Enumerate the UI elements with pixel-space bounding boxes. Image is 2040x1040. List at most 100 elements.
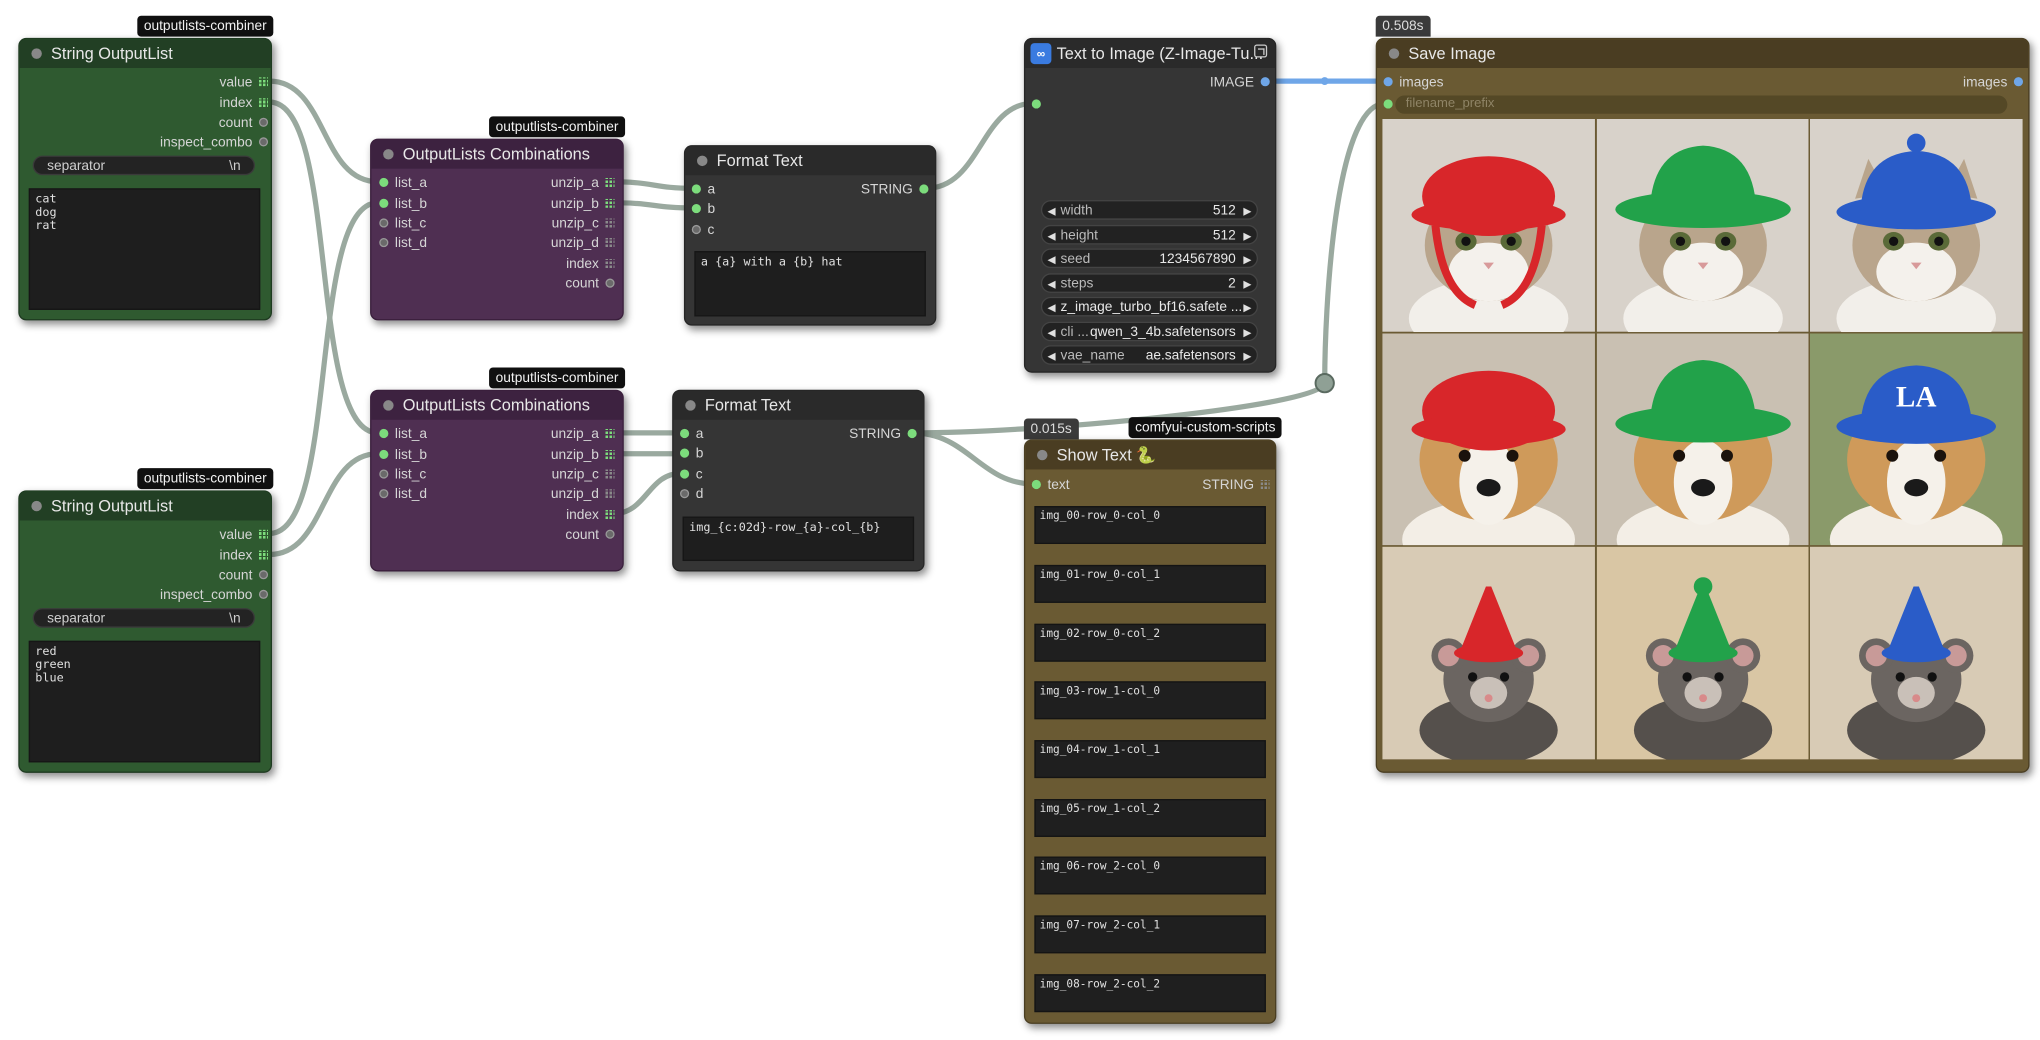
node-title-bar[interactable]: Format Text xyxy=(673,391,924,420)
node-title-bar[interactable]: String OutputList xyxy=(19,39,271,69)
show-text-entry[interactable]: img_00-row_0-col_0 xyxy=(1034,506,1266,545)
filename-prefix-input[interactable]: filename_prefix xyxy=(1395,95,2008,114)
preview-image-rat-blue-hat[interactable] xyxy=(1810,547,2024,760)
string-outputlist-node-1[interactable]: String OutputList value index count insp… xyxy=(18,37,273,321)
input-slot-list-a[interactable]: list_a xyxy=(377,174,427,192)
input-slot-list-a[interactable]: list_a xyxy=(377,425,427,443)
collapse-dot-icon[interactable] xyxy=(31,48,42,59)
node-graph-canvas[interactable]: outputlists-combiner String OutputList v… xyxy=(0,0,2040,1040)
image-preview-grid[interactable]: LA xyxy=(1382,119,2024,760)
collapse-dot-icon[interactable] xyxy=(697,155,708,167)
format-text-node-2[interactable]: Format Text a b c d STRING img_{c:02d}-r… xyxy=(672,389,925,572)
output-slot-inspect-combo[interactable]: inspect_combo xyxy=(160,133,271,151)
save-image-node[interactable]: Save Image images images filename_prefix… xyxy=(1375,37,2030,773)
input-slot-images[interactable]: images xyxy=(1381,73,1444,91)
output-slot-unzip-c[interactable]: unzip_c xyxy=(552,214,618,232)
node-title-bar[interactable]: String OutputList xyxy=(19,491,271,521)
input-slot-text[interactable]: text xyxy=(1029,476,1070,494)
string-outputlist-node-2[interactable]: String OutputList value index count insp… xyxy=(18,490,273,773)
preview-image-rat-green-hat[interactable] xyxy=(1596,547,1809,760)
output-slot-inspect-combo[interactable]: inspect_combo xyxy=(160,586,271,604)
output-slot-string[interactable]: STRING xyxy=(1202,476,1272,494)
input-slot-list-b[interactable]: list_b xyxy=(377,446,427,464)
input-slot-b[interactable]: b xyxy=(689,200,715,218)
output-slot-unzip-b[interactable]: unzip_b xyxy=(551,195,617,213)
input-slot-a[interactable]: a xyxy=(677,425,703,443)
format-template-input[interactable]: a {a} with a {b} hat xyxy=(694,251,926,317)
collapse-dot-icon[interactable] xyxy=(383,400,394,411)
outputlists-combinations-node-1[interactable]: OutputLists Combinations list_a list_b l… xyxy=(370,138,624,321)
show-text-entry[interactable]: img_08-row_2-col_2 xyxy=(1034,974,1266,1013)
clip-name-widget[interactable]: ◀ cli ... qwen_3_4b.safetensors ▶ xyxy=(1040,321,1259,342)
output-slot-index[interactable]: index xyxy=(220,547,271,565)
output-slot-value[interactable]: value xyxy=(220,526,271,544)
vae-name-widget[interactable]: ◀ vae_name ae.safetensors ▶ xyxy=(1040,345,1259,365)
input-slot-list-c[interactable]: list_c xyxy=(377,214,426,232)
preview-image-cat-blue-hat[interactable] xyxy=(1810,119,2024,332)
width-widget[interactable]: ◀ width 512 ▶ xyxy=(1040,200,1259,220)
input-slot-list-d[interactable]: list_d xyxy=(377,485,427,503)
show-text-entry[interactable]: img_05-row_1-col_2 xyxy=(1034,799,1266,837)
input-slot-a[interactable]: a xyxy=(689,180,715,198)
output-slot-unzip-a[interactable]: unzip_a xyxy=(551,425,617,443)
preview-image-dog-green-hat[interactable] xyxy=(1596,333,1809,546)
input-slot-list-b[interactable]: list_b xyxy=(377,195,427,213)
output-slot-value[interactable]: value xyxy=(220,73,271,91)
height-widget[interactable]: ◀ height 512 ▶ xyxy=(1040,224,1259,245)
collapse-dot-icon[interactable] xyxy=(1388,48,1400,59)
outputlists-combinations-node-2[interactable]: OutputLists Combinations list_a list_b l… xyxy=(370,389,624,572)
expand-subgraph-icon[interactable] xyxy=(1254,44,1268,58)
output-slot-unzip-d[interactable]: unzip_d xyxy=(551,485,617,503)
input-slot-prompt[interactable] xyxy=(1029,95,1047,113)
node-title-bar[interactable]: Show Text 🐍 xyxy=(1025,440,1276,470)
seed-widget[interactable]: ◀ seed 1234567890 ▶ xyxy=(1040,248,1259,269)
unet-name-widget[interactable]: ◀ z_image_turbo_bf16.safete ... ▶ xyxy=(1040,296,1259,317)
format-text-node-1[interactable]: Format Text a b c STRING a {a} with a {b… xyxy=(683,145,937,326)
output-slot-index[interactable]: index xyxy=(566,255,617,273)
show-text-entry[interactable]: img_07-row_2-col_1 xyxy=(1034,915,1266,954)
output-slot-unzip-c[interactable]: unzip_c xyxy=(552,466,618,484)
preview-image-cat-green-hat[interactable] xyxy=(1596,119,1809,332)
preview-image-rat-red-hat[interactable] xyxy=(1382,547,1595,760)
node-title-bar[interactable]: OutputLists Combinations xyxy=(371,391,623,420)
collapse-dot-icon[interactable] xyxy=(685,400,696,411)
list-text-area[interactable]: red green blue xyxy=(28,640,261,763)
separator-widget[interactable]: separator \n xyxy=(32,608,256,628)
show-text-node[interactable]: Show Text 🐍 text STRING img_00-row_0-col_… xyxy=(1023,439,1277,1024)
collapse-dot-icon[interactable] xyxy=(1037,449,1048,461)
preview-image-dog-red-hat[interactable] xyxy=(1382,333,1595,546)
output-slot-unzip-d[interactable]: unzip_d xyxy=(551,234,617,252)
prefix-input-dot-icon[interactable] xyxy=(1383,99,1393,109)
preview-image-dog-blue-hat[interactable]: LA xyxy=(1810,333,2024,546)
input-slot-list-c[interactable]: list_c xyxy=(377,466,426,484)
collapse-dot-icon[interactable] xyxy=(383,149,394,160)
output-slot-string[interactable]: STRING xyxy=(849,425,919,443)
preview-image-cat-red-hat[interactable] xyxy=(1382,119,1595,332)
show-text-entry[interactable]: img_02-row_0-col_2 xyxy=(1034,623,1266,662)
collapse-dot-icon[interactable] xyxy=(31,500,42,512)
steps-widget[interactable]: ◀ steps 2 ▶ xyxy=(1040,273,1259,293)
format-template-input[interactable]: img_{c:02d}-row_{a}-col_{b} xyxy=(682,516,915,562)
output-slot-string[interactable]: STRING xyxy=(861,180,931,198)
output-slot-images[interactable]: images xyxy=(1963,73,2026,91)
show-text-entry[interactable]: img_01-row_0-col_1 xyxy=(1034,564,1266,603)
node-title-bar[interactable]: OutputLists Combinations xyxy=(371,139,623,169)
show-text-entry[interactable]: img_06-row_2-col_0 xyxy=(1034,856,1266,895)
show-text-entry[interactable]: img_03-row_1-col_0 xyxy=(1034,681,1266,720)
output-slot-count[interactable]: count xyxy=(219,114,271,132)
input-slot-c[interactable]: c xyxy=(689,221,714,239)
output-slot-index[interactable]: index xyxy=(220,94,271,112)
output-slot-index[interactable]: index xyxy=(566,506,617,524)
list-text-area[interactable]: cat dog rat xyxy=(28,188,261,310)
output-slot-count[interactable]: count xyxy=(565,275,617,293)
output-slot-count[interactable]: count xyxy=(219,566,271,584)
output-slot-count[interactable]: count xyxy=(565,526,617,544)
node-title-bar[interactable]: Save Image xyxy=(1377,39,2029,69)
node-title-bar[interactable]: Format Text xyxy=(685,146,936,176)
output-slot-unzip-a[interactable]: unzip_a xyxy=(551,174,617,192)
show-text-entry[interactable]: img_04-row_1-col_1 xyxy=(1034,740,1266,779)
node-title-bar[interactable]: ∞ Text to Image (Z-Image-Tu... xyxy=(1025,39,1276,69)
text-to-image-node[interactable]: ∞ Text to Image (Z-Image-Tu... IMAGE ◀ wi… xyxy=(1023,37,1277,373)
input-slot-b[interactable]: b xyxy=(677,445,703,463)
input-slot-c[interactable]: c xyxy=(677,466,703,484)
